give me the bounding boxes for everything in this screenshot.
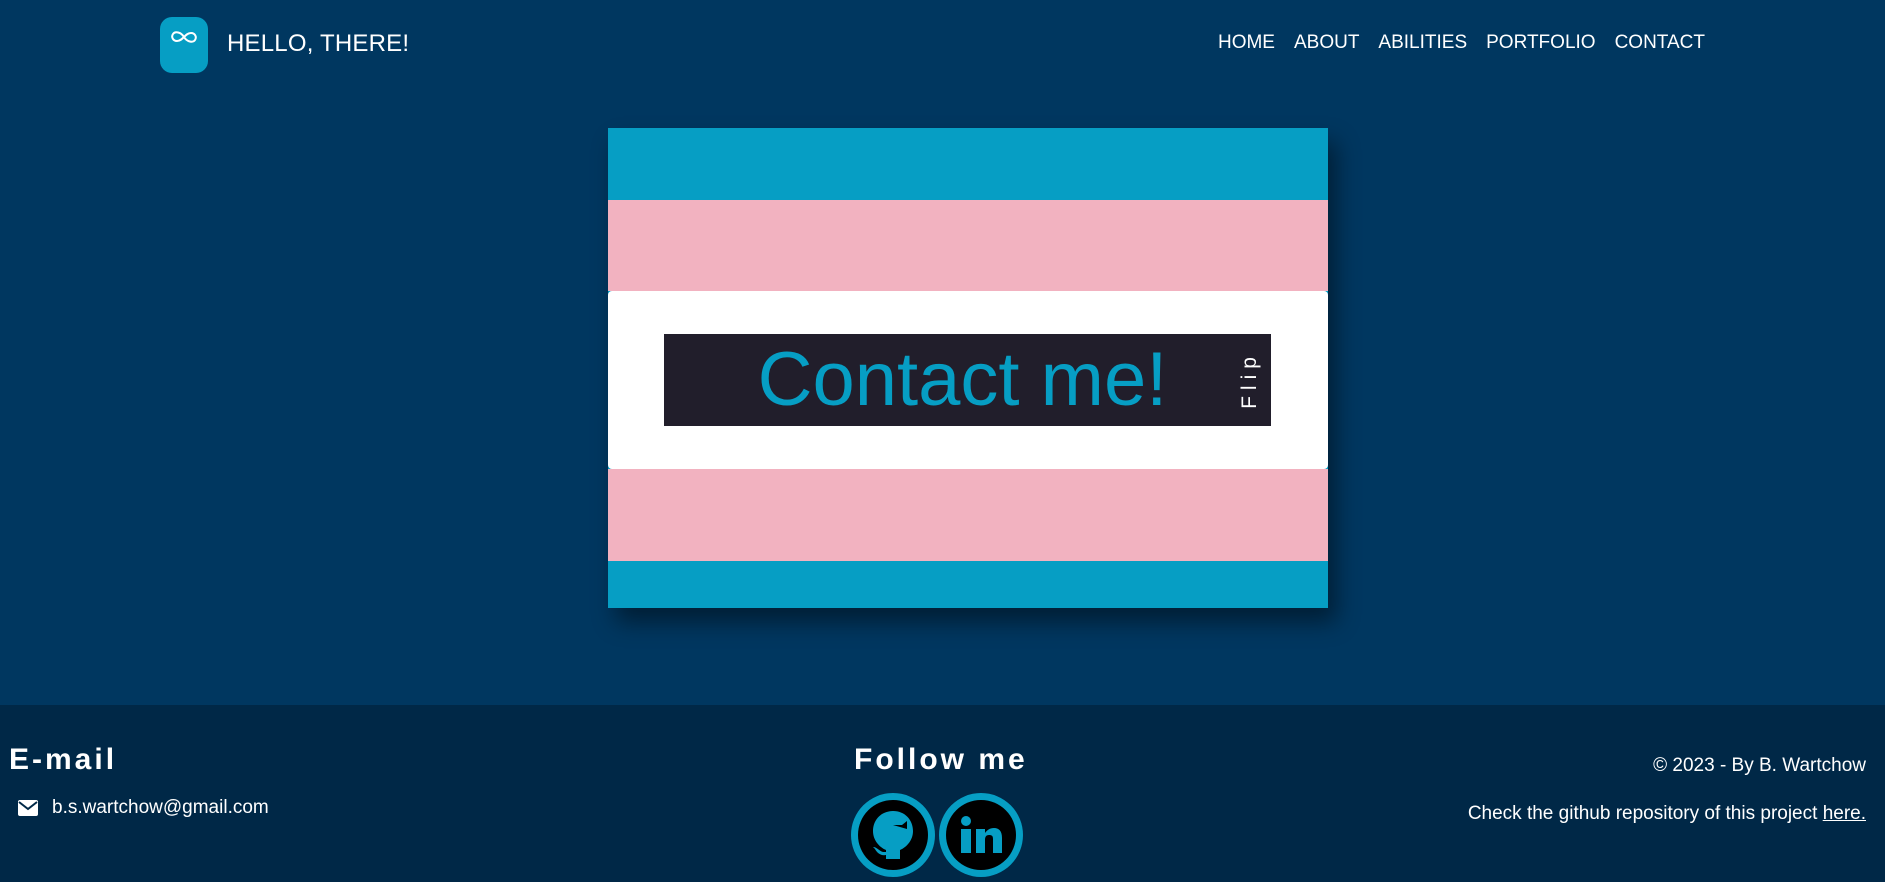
flag-stripe-pink-top	[608, 200, 1328, 291]
infinity-icon	[171, 31, 197, 43]
nav-contact[interactable]: CONTACT	[1615, 32, 1705, 54]
follow-heading: Follow me	[854, 743, 1028, 776]
contact-title: Contact me!	[757, 337, 1168, 422]
nav-about[interactable]: ABOUT	[1294, 32, 1359, 54]
logo[interactable]	[160, 17, 208, 73]
linkedin-button[interactable]	[939, 793, 1023, 877]
repo-note: Check the github repository of this proj…	[1468, 803, 1866, 825]
email-heading: E-mail	[9, 743, 118, 776]
flip-button[interactable]: Flip	[1235, 334, 1265, 426]
contact-banner: Contact me! Flip	[664, 334, 1271, 426]
email-row: b.s.wartchow@gmail.com	[18, 797, 269, 819]
brand-title[interactable]: HELLO, THERE!	[227, 30, 409, 58]
nav-home[interactable]: HOME	[1218, 32, 1275, 54]
main-nav: HOME ABOUT ABILITIES PORTFOLIO CONTACT	[1218, 32, 1705, 54]
github-button[interactable]	[851, 793, 935, 877]
flag-stripe-pink-bottom	[608, 469, 1328, 561]
repo-text: Check the github repository of this proj…	[1467, 803, 1823, 824]
contact-card: Contact me! Flip	[608, 128, 1328, 608]
github-icon	[873, 811, 913, 859]
nav-abilities[interactable]: ABILITIES	[1378, 32, 1467, 54]
repo-link[interactable]: here.	[1823, 803, 1866, 824]
nav-portfolio[interactable]: PORTFOLIO	[1486, 32, 1595, 54]
flag-stripe-blue-top	[608, 128, 1328, 200]
flag-stripe-blue-bottom	[608, 561, 1328, 608]
social-links	[851, 793, 1023, 877]
envelope-icon	[18, 800, 38, 816]
site-header: HELLO, THERE! HOME ABOUT ABILITIES PORTF…	[0, 0, 1885, 90]
email-link[interactable]: b.s.wartchow@gmail.com	[52, 797, 269, 819]
flip-label: Flip	[1238, 351, 1261, 409]
linkedin-icon	[961, 816, 1002, 853]
site-footer: E-mail b.s.wartchow@gmail.com Follow me	[0, 705, 1885, 882]
copyright: © 2023 - By B. Wartchow	[1653, 755, 1866, 776]
